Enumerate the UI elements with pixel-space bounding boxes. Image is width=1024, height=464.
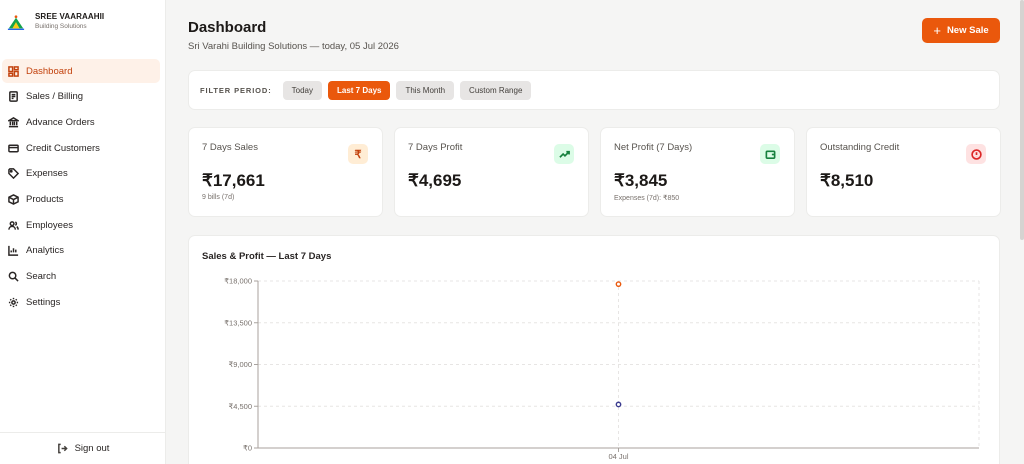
search-icon xyxy=(7,271,19,283)
stat-card-net-profit: Net Profit (7 Days) ₹3,845 Expenses (7d)… xyxy=(600,127,795,217)
page-subtitle: Sri Varahi Building Solutions — today, 0… xyxy=(188,41,399,52)
stat-card-sales: 7 Days Sales ₹ ₹17,661 9 bills (7d) xyxy=(188,127,383,217)
sidebar-item-search[interactable]: Search xyxy=(2,265,160,289)
credit-card-icon xyxy=(7,142,19,154)
filter-chip-custom-range[interactable]: Custom Range xyxy=(460,80,532,100)
new-sale-label: New Sale xyxy=(946,25,989,36)
filter-chip-this-month[interactable]: This Month xyxy=(396,80,455,100)
bank-icon xyxy=(7,116,19,128)
y-tick-label: ₹9,000 xyxy=(228,360,252,369)
gear-icon xyxy=(7,296,19,308)
sidebar-item-dashboard[interactable]: Dashboard xyxy=(2,59,160,83)
sidebar-item-label: Search xyxy=(26,271,57,282)
stat-value: ₹3,845 xyxy=(614,171,668,190)
y-tick-label: ₹4,500 xyxy=(228,402,252,411)
package-icon xyxy=(7,193,19,205)
sidebar-item-label: Dashboard xyxy=(26,65,73,77)
sidebar-nav: Dashboard Sales / Billing Advance Orders… xyxy=(0,59,166,316)
trending-up-icon xyxy=(554,144,574,164)
sidebar-item-label: Employees xyxy=(26,219,73,231)
stat-card-profit: 7 Days Profit ₹4,695 xyxy=(394,127,589,217)
series-0-point xyxy=(615,281,622,288)
brand-subtitle: Building Solutions xyxy=(35,23,87,30)
users-icon xyxy=(7,219,19,231)
series-1-point xyxy=(615,401,622,408)
sidebar-item-label: Expenses xyxy=(26,168,68,180)
filter-bar: FILTER PERIOD: Today Last 7 Days This Mo… xyxy=(188,70,1000,110)
receipt-icon xyxy=(7,91,19,103)
brand-name: SREE VAARAAHII xyxy=(35,12,105,21)
sidebar-item-credit-customers[interactable]: Credit Customers xyxy=(2,136,160,160)
sidebar-item-label: Settings xyxy=(26,296,61,308)
sidebar-item-settings[interactable]: Settings xyxy=(2,290,160,314)
stat-card-outstanding-credit: Outstanding Credit ₹8,510 xyxy=(806,127,1001,217)
sidebar-item-label: Advance Orders xyxy=(26,116,95,128)
tag-icon xyxy=(7,168,19,180)
stat-label: Net Profit (7 Days) xyxy=(614,142,693,153)
bar-chart-icon xyxy=(7,245,19,257)
sales-profit-chart-card: Sales & Profit — Last 7 Days ₹0 ₹4,500 ₹9,… xyxy=(188,235,1000,464)
sidebar-item-label: Analytics xyxy=(26,245,65,257)
new-sale-button[interactable]: + New Sale xyxy=(922,18,1000,43)
stat-label: Outstanding Credit xyxy=(820,142,900,153)
filter-label: FILTER PERIOD: xyxy=(200,85,272,95)
y-tick-label: ₹18,000 xyxy=(224,277,252,286)
sidebar: SREE VAARAAHII Building Solutions Dashbo… xyxy=(0,0,166,464)
x-tick-label: 04 Jul xyxy=(608,452,628,461)
sidebar-item-analytics[interactable]: Analytics xyxy=(2,239,160,263)
stat-value: ₹8,510 xyxy=(820,171,874,190)
sidebar-item-employees[interactable]: Employees xyxy=(2,213,160,237)
house-logo-icon xyxy=(7,15,25,30)
stat-label: 7 Days Sales xyxy=(202,142,258,153)
filter-chip-today[interactable]: Today xyxy=(282,80,322,100)
brand[interactable]: SREE VAARAAHII Building Solutions xyxy=(0,0,165,50)
wallet-icon xyxy=(760,144,780,164)
main-content: Dashboard Sri Varahi Building Solutions … xyxy=(166,0,1024,464)
dashboard-icon xyxy=(7,65,19,77)
y-tick-label: ₹13,500 xyxy=(224,318,252,327)
sidebar-item-advance-orders[interactable]: Advance Orders xyxy=(2,110,160,134)
sign-out-button[interactable]: Sign out xyxy=(0,432,166,464)
stat-label: 7 Days Profit xyxy=(408,142,463,153)
stat-value: ₹17,661 xyxy=(202,171,265,190)
stat-note: 9 bills (7d) xyxy=(202,194,235,201)
filter-chip-last-7-days[interactable]: Last 7 Days xyxy=(328,80,391,100)
sidebar-item-products[interactable]: Products xyxy=(2,187,160,211)
plus-icon: + xyxy=(933,23,941,38)
sales-profit-chart: ₹0 ₹4,500 ₹9,000 ₹13,500 ₹18,000 04 Jul xyxy=(224,277,980,461)
stat-note: Expenses (7d): ₹850 xyxy=(614,195,680,202)
sign-out-label: Sign out xyxy=(74,443,110,454)
y-tick-label: ₹0 xyxy=(243,444,252,453)
alert-circle-icon xyxy=(966,144,986,164)
sidebar-item-expenses[interactable]: Expenses xyxy=(2,162,160,186)
stat-value: ₹4,695 xyxy=(408,171,462,190)
sidebar-item-sales-billing[interactable]: Sales / Billing xyxy=(2,85,160,109)
sidebar-item-label: Products xyxy=(26,193,64,205)
scrollbar[interactable] xyxy=(1020,0,1024,240)
sign-out-icon xyxy=(57,443,68,454)
rupee-icon: ₹ xyxy=(348,144,368,164)
sidebar-item-label: Sales / Billing xyxy=(26,91,84,103)
sidebar-item-label: Credit Customers xyxy=(26,142,100,154)
page-title: Dashboard xyxy=(188,19,267,36)
